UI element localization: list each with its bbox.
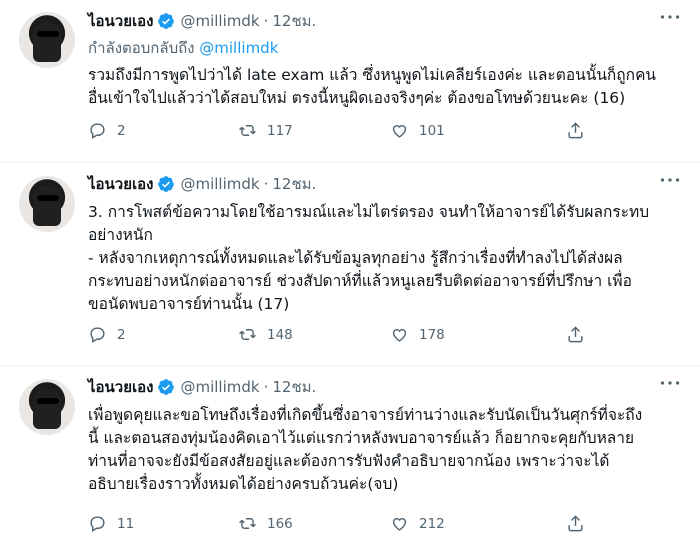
- tweet-text: เพื่อพูดคุยและขอโทษถึงเรื่องที่เกิดขึ้นซ…: [88, 406, 643, 493]
- reply-count: 2: [117, 326, 126, 343]
- avatar[interactable]: [19, 176, 75, 232]
- reply-icon: [90, 516, 105, 532]
- display-name[interactable]: ไอนวยเอง: [88, 9, 153, 33]
- reply-button[interactable]: 2: [88, 121, 126, 140]
- user-handle[interactable]: @millimdk: [180, 378, 259, 396]
- retweet-icon: [239, 329, 256, 340]
- like-button[interactable]: 178: [390, 325, 445, 344]
- timestamp[interactable]: 12ชม.: [272, 9, 316, 33]
- retweet-count: 117: [267, 122, 293, 139]
- like-button[interactable]: 212: [390, 514, 445, 533]
- replying-to: กำลังตอบกลับถึง @millimdk: [88, 36, 680, 60]
- like-count: 212: [419, 515, 445, 532]
- more-icon[interactable]: [660, 14, 680, 20]
- tweet[interactable]: ไอนวยเอง @millimdk · 12ชม. เพื่อพูดคุยแล…: [0, 366, 700, 555]
- action-bar: 2 148 178: [88, 325, 608, 353]
- replying-mention[interactable]: @millimdk: [199, 39, 278, 57]
- share-button[interactable]: [566, 121, 595, 140]
- retweet-icon: [239, 518, 256, 529]
- action-bar: 2 117 101: [88, 121, 608, 149]
- share-button[interactable]: [566, 325, 595, 344]
- share-icon: [568, 515, 583, 532]
- verified-badge-icon: [158, 176, 175, 192]
- display-name[interactable]: ไอนวยเอง: [88, 172, 153, 196]
- tweet[interactable]: ไอนวยเอง @millimdk · 12ชม. 3. การโพสต์ข้…: [0, 163, 700, 366]
- like-button[interactable]: 101: [390, 121, 445, 140]
- tweet[interactable]: ไอนวยเอง @millimdk · 12ชม. กำลังตอบกลับถ…: [0, 0, 700, 163]
- reply-button[interactable]: 2: [88, 325, 126, 344]
- like-icon: [392, 329, 407, 342]
- tweet-text: รวมถึงมีการพูดไปว่าได้ late exam แล้ว ซึ…: [88, 66, 657, 107]
- reply-count: 2: [117, 122, 126, 139]
- reply-count: 11: [117, 515, 135, 532]
- separator-dot: ·: [263, 378, 269, 396]
- like-icon: [392, 518, 407, 531]
- tweet-header: ไอนวยเอง @millimdk · 12ชม.: [88, 374, 680, 400]
- user-handle[interactable]: @millimdk: [180, 175, 259, 193]
- replying-prefix: กำลังตอบกลับถึง: [88, 39, 195, 57]
- tweet-header: ไอนวยเอง @millimdk · 12ชม.: [88, 171, 680, 197]
- tweet-text: 3. การโพสต์ข้อความโดยใช้อารมณ์และไม่ไตร่…: [88, 203, 650, 313]
- retweet-count: 166: [267, 515, 293, 532]
- reply-icon: [90, 327, 105, 343]
- retweet-button[interactable]: 148: [238, 325, 293, 344]
- like-count: 101: [419, 122, 445, 139]
- separator-dot: ·: [263, 175, 269, 193]
- share-button[interactable]: [566, 514, 595, 533]
- more-icon[interactable]: [660, 380, 680, 386]
- tweet-header: ไอนวยเอง @millimdk · 12ชม.: [88, 8, 680, 34]
- avatar[interactable]: [19, 12, 75, 68]
- timestamp[interactable]: 12ชม.: [272, 172, 316, 196]
- reply-icon: [90, 123, 105, 139]
- verified-badge-icon: [158, 13, 175, 29]
- more-icon[interactable]: [660, 177, 680, 183]
- like-icon: [392, 125, 407, 138]
- retweet-icon: [239, 125, 256, 136]
- timestamp[interactable]: 12ชม.: [272, 375, 316, 399]
- display-name[interactable]: ไอนวยเอง: [88, 375, 153, 399]
- action-bar: 11 166 212: [88, 514, 608, 542]
- avatar[interactable]: [19, 379, 75, 435]
- share-icon: [568, 122, 583, 139]
- retweet-button[interactable]: 117: [238, 121, 293, 140]
- separator-dot: ·: [263, 12, 269, 30]
- retweet-button[interactable]: 166: [238, 514, 293, 533]
- user-handle[interactable]: @millimdk: [180, 12, 259, 30]
- verified-badge-icon: [158, 379, 175, 395]
- retweet-count: 148: [267, 326, 293, 343]
- reply-button[interactable]: 11: [88, 514, 134, 533]
- like-count: 178: [419, 326, 445, 343]
- share-icon: [568, 326, 583, 343]
